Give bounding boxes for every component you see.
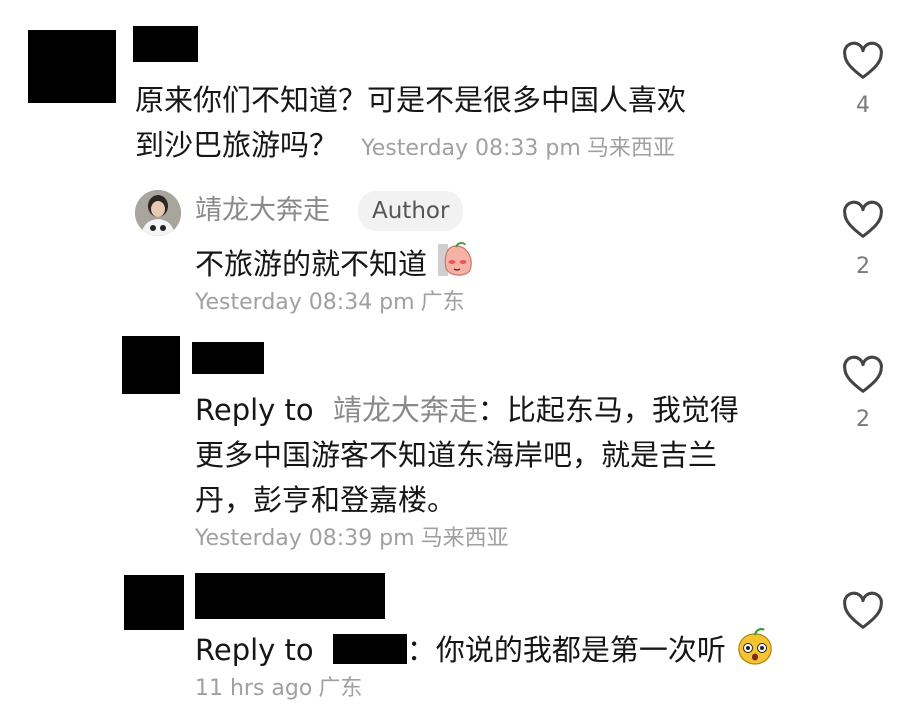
comment-time: Yesterday 08:34 pm (195, 290, 415, 315)
comment-time: Yesterday 08:39 pm (195, 526, 415, 551)
comment-meta: Yesterday 08:33 pm 马来西亚 (361, 136, 675, 161)
avatar[interactable] (135, 190, 181, 236)
comment-text: Reply to ：你说的我都是第一次听 (195, 626, 775, 673)
username[interactable]: 靖龙大奔走 (195, 194, 330, 228)
comment-text: 不旅游的就不知道 (195, 240, 476, 287)
heart-outline-icon[interactable] (840, 352, 886, 398)
avatar-redacted[interactable] (28, 30, 116, 103)
comment-location: 广东 (318, 676, 363, 701)
username-redacted[interactable] (133, 26, 198, 62)
surprised-face-sticker (738, 627, 772, 665)
comment-text: Reply to 靖龙大奔走：比起东马，我觉得 更多中国游客不知道东海岸吧，就是… (195, 393, 739, 517)
comment-meta: Yesterday 08:34 pm 广东 (195, 288, 465, 318)
heart-outline-icon[interactable] (840, 197, 886, 243)
like-count: 2 (856, 407, 870, 432)
comment-location: 马来西亚 (420, 526, 509, 551)
comment-meta: 11 hrs ago 广东 (195, 674, 362, 704)
reply-prefix: Reply to (195, 633, 314, 667)
avatar-redacted[interactable] (124, 575, 184, 630)
avatar-image (135, 190, 181, 236)
like-count: 4 (856, 93, 870, 118)
heart-outline-icon[interactable] (840, 38, 886, 84)
username-redacted[interactable] (192, 342, 264, 374)
author-badge: Author (358, 191, 464, 231)
comment-time: Yesterday 08:33 pm (361, 136, 581, 161)
blushing-peach-sticker (438, 241, 473, 276)
comment-location: 马来西亚 (586, 136, 675, 161)
comment-time: 11 hrs ago (195, 676, 313, 701)
like-count: 2 (856, 254, 870, 279)
heart-outline-icon[interactable] (840, 588, 886, 634)
reply-target-username[interactable]: 靖龙大奔走 (333, 393, 478, 427)
comment-text: 原来你们不知道？可是不是很多中国人喜欢 到沙巴旅游吗？ Yesterday 08… (135, 83, 687, 162)
avatar-redacted[interactable] (122, 336, 180, 394)
reply-target-redacted[interactable] (332, 634, 407, 664)
reply-prefix: Reply to (195, 393, 314, 427)
comment-meta: Yesterday 08:39 pm 马来西亚 (195, 524, 509, 554)
comment-location: 广东 (420, 290, 465, 315)
username-redacted[interactable] (195, 573, 385, 619)
